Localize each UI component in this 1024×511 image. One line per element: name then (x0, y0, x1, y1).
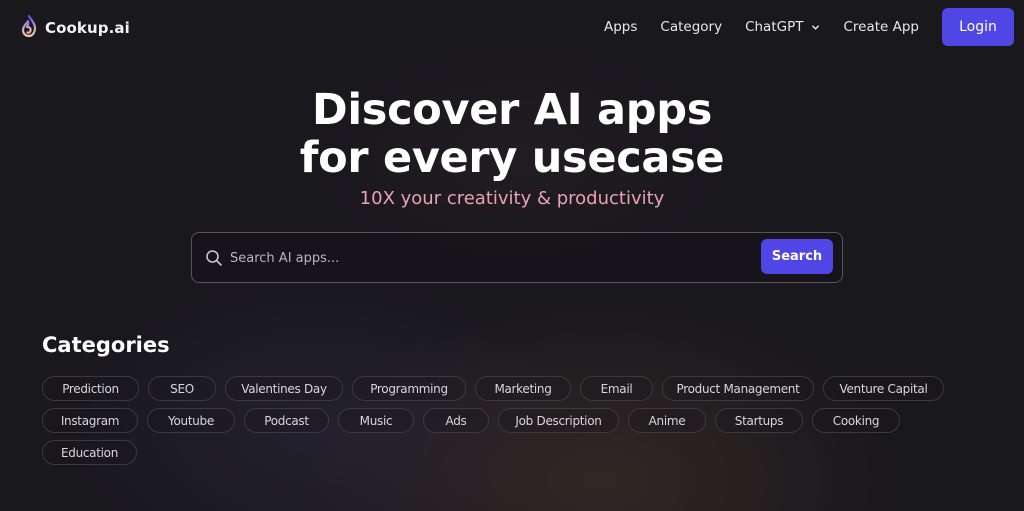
hero-title-line-2: for every usecase (299, 133, 725, 183)
category-chip-product-management[interactable]: Product Management (662, 376, 814, 401)
nav-link-chatgpt[interactable]: ChatGPT (745, 19, 820, 35)
search-icon (206, 250, 222, 266)
top-navbar: Cookup.ai Apps Category ChatGPT Create A… (0, 0, 1024, 56)
category-chip-anime[interactable]: Anime (628, 408, 706, 433)
category-chip-job-description[interactable]: Job Description (498, 408, 619, 433)
chip-row: Prediction SEO Valentines Day Programmin… (42, 376, 962, 401)
logo[interactable]: Cookup.ai (20, 14, 130, 38)
category-chip-youtube[interactable]: Youtube (147, 408, 235, 433)
nav-link-category[interactable]: Category (660, 19, 722, 35)
login-button[interactable]: Login (942, 8, 1014, 46)
category-chip-seo[interactable]: SEO (148, 376, 216, 401)
category-chip-music[interactable]: Music (338, 408, 414, 433)
chevron-down-icon (812, 24, 820, 30)
search-button[interactable]: Search (761, 239, 833, 274)
category-chip-marketing[interactable]: Marketing (475, 376, 571, 401)
category-chip-prediction[interactable]: Prediction (42, 376, 139, 401)
search-bar: Search (191, 232, 843, 283)
hero-title: Discover AI apps for every usecase (0, 86, 1024, 182)
nav-link-create-app[interactable]: Create App (843, 19, 919, 35)
category-chip-instagram[interactable]: Instagram (42, 408, 138, 433)
category-chip-education[interactable]: Education (42, 440, 137, 465)
category-chip-email[interactable]: Email (580, 376, 653, 401)
category-chip-valentines-day[interactable]: Valentines Day (225, 376, 343, 401)
category-chip-venture-capital[interactable]: Venture Capital (823, 376, 944, 401)
search-input[interactable] (230, 243, 750, 273)
category-chip-programming[interactable]: Programming (352, 376, 466, 401)
flame-logo-icon (21, 14, 37, 38)
nav-link-apps[interactable]: Apps (604, 19, 637, 35)
category-chips: Prediction SEO Valentines Day Programmin… (42, 376, 962, 472)
category-chip-ads[interactable]: Ads (423, 408, 489, 433)
chip-row: Instagram Youtube Podcast Music Ads Job … (42, 408, 962, 433)
category-chip-podcast[interactable]: Podcast (244, 408, 329, 433)
hero-subtitle: 10X your creativity & productivity (359, 188, 665, 209)
chip-row: Education (42, 440, 962, 465)
nav-link-chatgpt-label: ChatGPT (745, 19, 804, 35)
hero-title-line-1: Discover AI apps (311, 85, 713, 135)
nav-links: Apps Category ChatGPT Create App Login (604, 8, 1014, 46)
logo-text: Cookup.ai (45, 19, 130, 37)
categories-heading: Categories (42, 333, 170, 357)
category-chip-cooking[interactable]: Cooking (812, 408, 900, 433)
category-chip-startups[interactable]: Startups (715, 408, 803, 433)
